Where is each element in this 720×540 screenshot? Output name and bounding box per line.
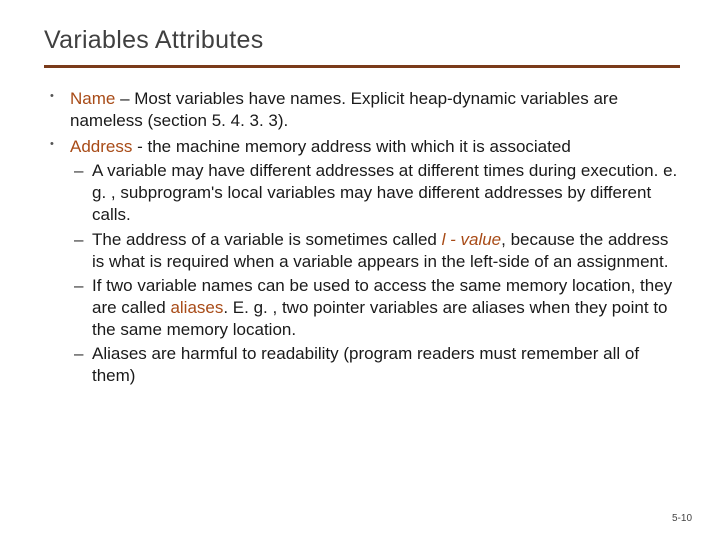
sub-bullet: The address of a variable is sometimes c… bbox=[92, 229, 680, 273]
title-rule bbox=[44, 65, 680, 68]
term-aliases: aliases bbox=[170, 298, 223, 317]
bullet-list: Name – Most variables have names. Explic… bbox=[44, 88, 680, 387]
bullet-key: Address bbox=[70, 137, 132, 156]
sub-bullet: A variable may have different addresses … bbox=[92, 160, 680, 226]
slide-title: Variables Attributes bbox=[44, 26, 680, 55]
bullet-key: Name bbox=[70, 89, 115, 108]
page-number: 5-10 bbox=[672, 513, 692, 524]
sub-text: The address of a variable is sometimes c… bbox=[92, 230, 442, 249]
bullet-text: - the machine memory address with which … bbox=[132, 137, 570, 156]
sub-bullet: Aliases are harmful to readability (prog… bbox=[92, 343, 680, 387]
sub-bullet: If two variable names can be used to acc… bbox=[92, 275, 680, 341]
sub-bullet-list: A variable may have different addresses … bbox=[70, 160, 680, 387]
term-lvalue: l - value bbox=[442, 230, 502, 249]
bullet-name: Name – Most variables have names. Explic… bbox=[70, 88, 680, 132]
bullet-text: – Most variables have names. Explicit he… bbox=[70, 89, 618, 130]
bullet-address: Address - the machine memory address wit… bbox=[70, 136, 680, 387]
slide: Variables Attributes Name – Most variabl… bbox=[0, 0, 720, 540]
